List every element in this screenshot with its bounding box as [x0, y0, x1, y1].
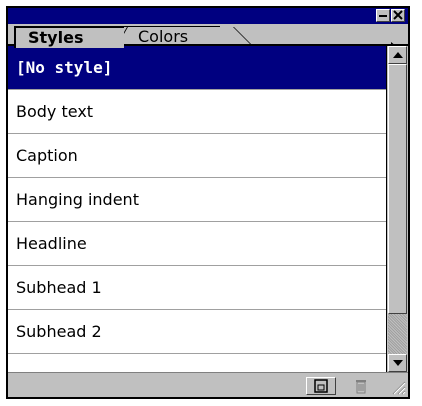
- palette-titlebar[interactable]: [8, 8, 408, 24]
- tab-styles-label: Styles: [28, 28, 84, 47]
- vertical-scrollbar[interactable]: [386, 46, 408, 372]
- list-item-label: Headline: [16, 234, 87, 253]
- palette-bottom-bar: [8, 372, 408, 397]
- tab-colors-label: Colors: [138, 27, 189, 46]
- tab-styles[interactable]: Styles: [14, 26, 124, 48]
- list-item-label: Caption: [16, 146, 78, 165]
- list-item[interactable]: Subhead 2: [8, 310, 386, 354]
- styles-palette: Colors Styles [No style] Body text Capti…: [6, 6, 410, 399]
- list-item-label: Subhead 1: [16, 278, 102, 297]
- minimize-icon[interactable]: [376, 9, 390, 22]
- list-item[interactable]: Hanging indent: [8, 178, 386, 222]
- scroll-down-icon[interactable]: [388, 354, 407, 372]
- list-item-label: [No style]: [16, 58, 113, 77]
- list-item-label: Subhead 2: [16, 322, 102, 341]
- close-glyph: [393, 10, 403, 20]
- delete-style-button[interactable]: [346, 377, 376, 395]
- close-icon[interactable]: [391, 9, 405, 22]
- scroll-track[interactable]: [388, 314, 407, 354]
- list-item[interactable]: Subhead 1: [8, 266, 386, 310]
- scroll-up-icon[interactable]: [388, 46, 407, 64]
- resize-grip-icon[interactable]: [388, 377, 406, 395]
- list-item[interactable]: Headline: [8, 222, 386, 266]
- list-item-label: Body text: [16, 102, 94, 121]
- resize-grip-glyph: [392, 381, 406, 395]
- styles-list: [No style] Body text Caption Hanging ind…: [8, 46, 386, 372]
- trash-icon: [356, 380, 366, 394]
- list-item-label: Hanging indent: [16, 190, 139, 209]
- tab-strip: Colors Styles: [8, 24, 408, 58]
- new-style-icon: [314, 379, 328, 393]
- scroll-thumb[interactable]: [388, 64, 407, 314]
- list-item[interactable]: Body text: [8, 90, 386, 134]
- list-item[interactable]: [No style]: [8, 46, 386, 90]
- list-item[interactable]: Caption: [8, 134, 386, 178]
- new-style-button[interactable]: [306, 377, 336, 395]
